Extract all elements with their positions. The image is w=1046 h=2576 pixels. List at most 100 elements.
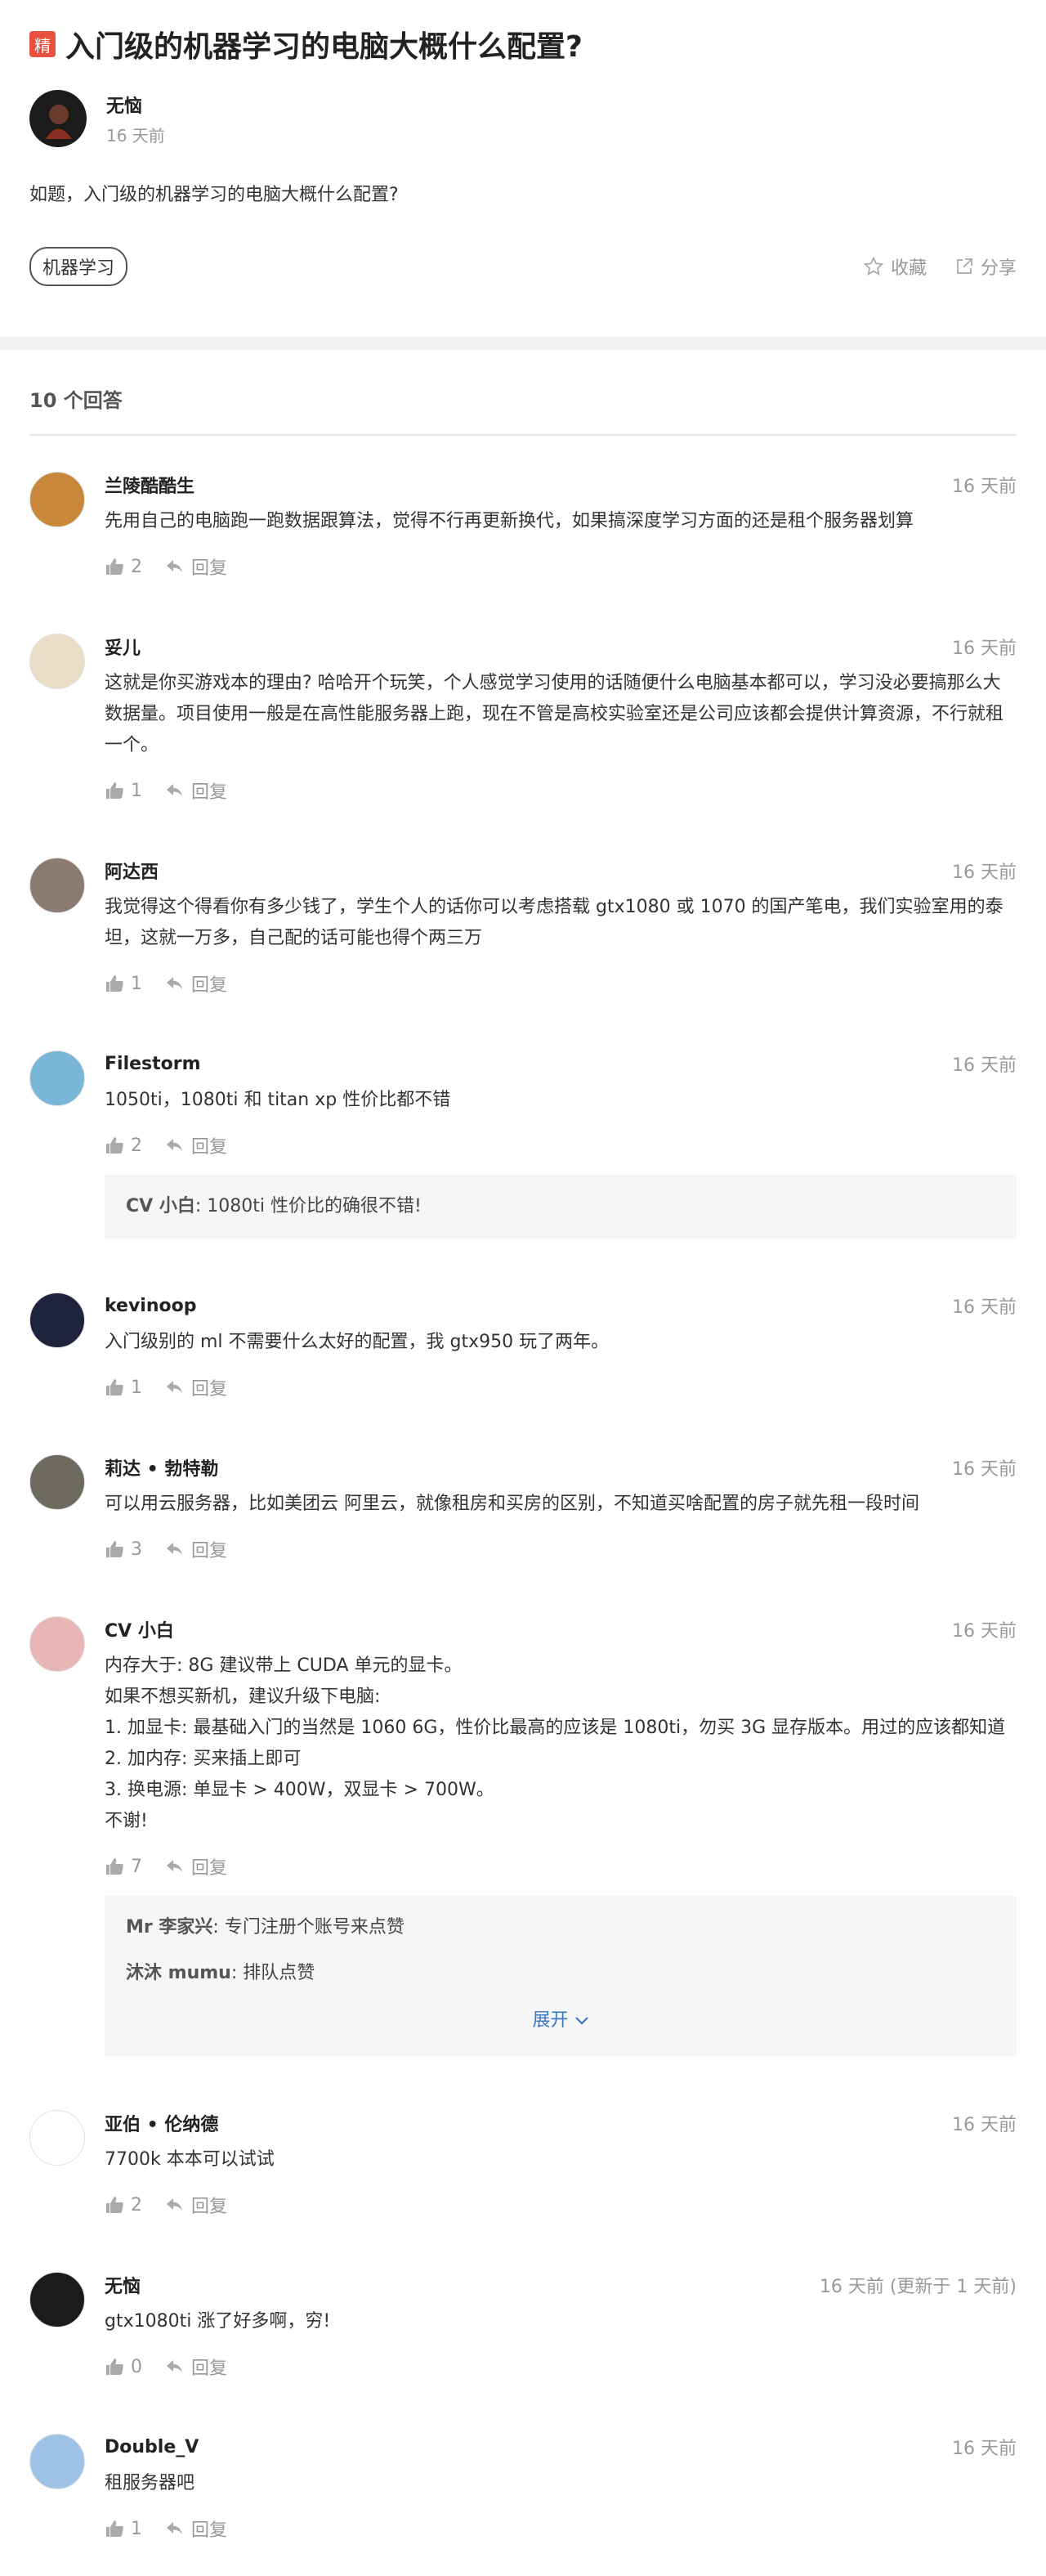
avatar[interactable] (29, 90, 87, 147)
answer-author[interactable]: CV 小白 (105, 1616, 174, 1642)
expand-label: 展开 (532, 2010, 569, 2031)
answer-header: Double_V 16 天前 (105, 2434, 1017, 2460)
avatar[interactable] (29, 2110, 85, 2166)
like-button[interactable]: 1 (105, 970, 142, 997)
like-button[interactable]: 2 (105, 1132, 142, 1158)
answer-item: 兰陵酷酷生 16 天前 先用自己的电脑跑一跑数据跟算法，觉得不行再更新换代，如果… (29, 436, 1017, 598)
expand-replies-button[interactable]: 展开 (126, 2005, 995, 2038)
reply-button[interactable]: 回复 (165, 553, 227, 580)
reply-button[interactable]: 回复 (165, 1132, 227, 1158)
answer-item: Filestorm 16 天前 1050ti，1080ti 和 titan xp… (29, 1015, 1017, 1257)
answer-time: 16 天前 (952, 862, 1017, 883)
answer-author[interactable]: 兰陵酷酷生 (105, 472, 194, 498)
reply-button[interactable]: 回复 (165, 1536, 227, 1562)
like-count: 2 (131, 556, 142, 577)
post-time: 16 天前 (106, 125, 165, 146)
reply-button[interactable]: 回复 (165, 1374, 227, 1400)
tag-machine-learning[interactable]: 机器学习 (29, 247, 128, 286)
answer-header: 亚伯 • 伦纳德 16 天前 (105, 2110, 1017, 2136)
like-button[interactable]: 7 (105, 1853, 142, 1879)
answer-list: 兰陵酷酷生 16 天前 先用自己的电脑跑一跑数据跟算法，觉得不行再更新换代，如果… (29, 436, 1017, 2560)
reply-author[interactable]: Mr 李家兴 (126, 1917, 212, 1938)
like-button[interactable]: 2 (105, 553, 142, 580)
answer-item: Double_V 16 天前 租服务器吧 1 回复 (29, 2398, 1017, 2560)
like-count: 2 (131, 2194, 142, 2215)
answer-actions: 2 回复 (105, 2192, 1017, 2218)
reply-arrow-icon (165, 1541, 185, 1557)
thumbs-up-icon (105, 974, 124, 992)
answer-author[interactable]: 无恼 (105, 2272, 141, 2298)
answer-time: 16 天前 (952, 1297, 1017, 1318)
question-body: 如题，入门级的机器学习的电脑大概什么配置? (29, 185, 399, 205)
reply-box: Mr 李家兴: 专门注册个账号来点赞 沐沐 mumu: 排队点赞 展开 (105, 1896, 1017, 2056)
reply-author[interactable]: CV 小白 (126, 1196, 195, 1216)
like-button[interactable]: 1 (105, 777, 142, 804)
reply-arrow-icon (165, 2520, 185, 2537)
answer-time: 16 天前 (952, 638, 1017, 659)
answer-author[interactable]: 阿达西 (105, 858, 159, 884)
like-count: 3 (131, 1539, 142, 1560)
reply-button[interactable]: 回复 (165, 1853, 227, 1879)
answer-content: 1050ti，1080ti 和 titan xp 性价比都不错 (105, 1090, 451, 1110)
reply-arrow-icon (165, 1137, 185, 1154)
avatar[interactable] (29, 858, 85, 913)
reply-button[interactable]: 回复 (165, 2354, 227, 2380)
reply-arrow-icon (165, 975, 185, 992)
like-button[interactable]: 0 (105, 2354, 142, 2380)
like-button[interactable]: 1 (105, 2516, 142, 2542)
answer-header: CV 小白 16 天前 (105, 1616, 1017, 1642)
reply-author[interactable]: 沐沐 mumu (126, 1963, 231, 1983)
favorite-button[interactable]: 收藏 (863, 253, 927, 280)
reply-button[interactable]: 回复 (165, 2516, 227, 2542)
answer-author[interactable]: kevinoop (105, 1296, 196, 1316)
answer-author[interactable]: 亚伯 • 伦纳德 (105, 2110, 218, 2136)
avatar[interactable] (29, 1616, 85, 1672)
reply-label: 回复 (191, 1541, 228, 1561)
reply-text: 1080ti 性价比的确很不错! (207, 1196, 422, 1216)
thumbs-up-icon (105, 1857, 124, 1875)
like-button[interactable]: 3 (105, 1536, 142, 1562)
question-title: 入门级的机器学习的电脑大概什么配置? (65, 30, 583, 64)
avatar[interactable] (29, 1051, 85, 1106)
answer-actions: 1 回复 (105, 1374, 1017, 1400)
like-button[interactable]: 2 (105, 2192, 142, 2218)
avatar[interactable] (29, 2434, 85, 2489)
author-name[interactable]: 无恼 (106, 92, 165, 118)
question-title-row: 精 入门级的机器学习的电脑大概什么配置? (29, 23, 1017, 65)
reply-item: Mr 李家兴: 专门注册个账号来点赞 (126, 1917, 405, 1938)
reply-arrow-icon (165, 1858, 185, 1875)
like-button[interactable]: 1 (105, 1374, 142, 1400)
answer-header: 阿达西 16 天前 (105, 858, 1017, 884)
like-count: 1 (131, 2518, 142, 2539)
share-button[interactable]: 分享 (954, 253, 1017, 280)
question-section: 精 入门级的机器学习的电脑大概什么配置? 无恼 16 天前 如题，入门级的机器学… (0, 0, 1046, 337)
answer-header: 妥儿 16 天前 (105, 634, 1017, 660)
answer-author[interactable]: 妥儿 (105, 634, 141, 660)
answer-header: 兰陵酷酷生 16 天前 (105, 472, 1017, 498)
avatar[interactable] (29, 2272, 85, 2327)
answer-author[interactable]: Double_V (105, 2437, 199, 2457)
answer-main: CV 小白 16 天前 内存大于: 8G 建议带上 CUDA 单元的显卡。 如果… (105, 1616, 1017, 2056)
answer-item: 莉达 • 勃特勒 16 天前 可以用云服务器，比如美团云 阿里云，就像租房和买房… (29, 1418, 1017, 1580)
avatar[interactable] (29, 1292, 85, 1348)
answer-author[interactable]: Filestorm (105, 1054, 201, 1074)
question-author: 无恼 16 天前 (29, 90, 1017, 147)
avatar[interactable] (29, 1454, 85, 1510)
answer-content: 我觉得这个得看你有多少钱了，学生个人的话你可以考虑搭载 gtx1080 或 10… (105, 897, 1004, 948)
answer-time: 16 天前 (952, 1621, 1017, 1642)
answer-actions: 7 回复 (105, 1853, 1017, 1879)
share-icon (954, 257, 974, 276)
answer-item: CV 小白 16 天前 内存大于: 8G 建议带上 CUDA 单元的显卡。 如果… (29, 1580, 1017, 2074)
reply-arrow-icon (165, 2359, 185, 2375)
avatar[interactable] (29, 634, 85, 689)
reply-button[interactable]: 回复 (165, 777, 227, 804)
avatar[interactable] (29, 472, 85, 527)
thumbs-up-icon (105, 782, 124, 800)
answer-author[interactable]: 莉达 • 勃特勒 (105, 1454, 218, 1481)
reply-label: 回复 (191, 1379, 228, 1400)
answer-item: kevinoop 16 天前 入门级别的 ml 不需要什么太好的配置，我 gtx… (29, 1257, 1017, 1418)
reply-button[interactable]: 回复 (165, 970, 227, 997)
reply-button[interactable]: 回复 (165, 2192, 227, 2218)
thumbs-up-icon (105, 1136, 124, 1154)
answer-actions: 1 回复 (105, 970, 1017, 997)
